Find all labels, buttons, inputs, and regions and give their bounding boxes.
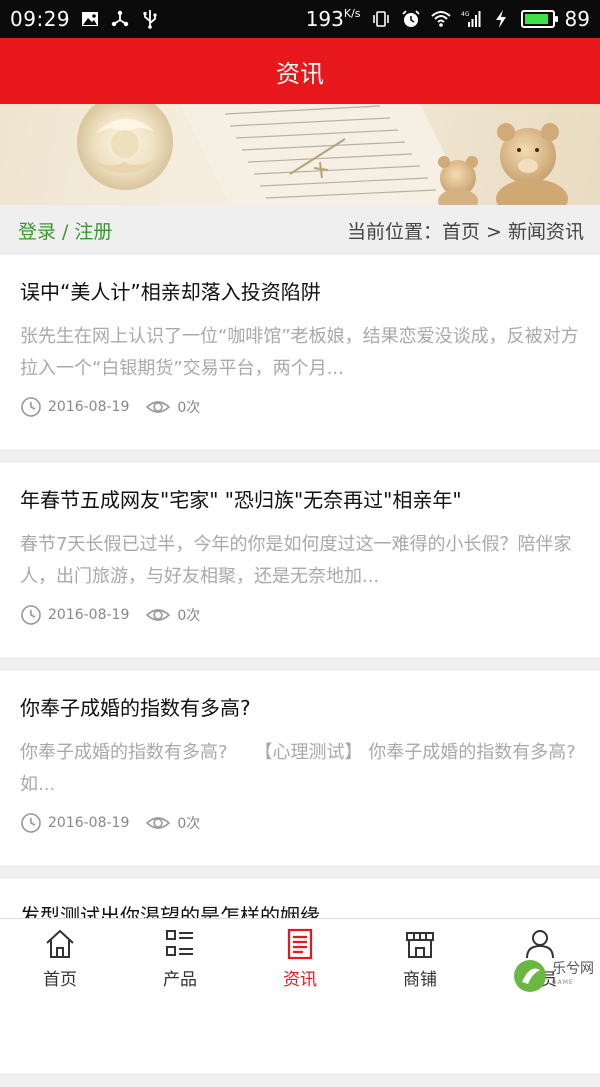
- vibrate-icon: [371, 9, 391, 29]
- alarm-icon: [401, 9, 421, 29]
- signal-icon: 4G: [461, 9, 481, 29]
- news-meta: 2016-08-19 0次: [20, 603, 580, 627]
- news-title[interactable]: 年春节五成网友"宅家" "恐归族"无奈再过"相亲年": [20, 485, 580, 515]
- clock-icon: [20, 396, 42, 418]
- home-icon: [46, 929, 74, 958]
- svg-text:4G: 4G: [461, 11, 470, 18]
- rose-decoration: [77, 104, 173, 190]
- nav-home-label: 首页: [43, 970, 77, 990]
- news-summary: 张先生在网上认识了一位“咖啡馆”老板娘，结果恋爱没谈成，反被对方拉入一个“白银期…: [20, 326, 579, 379]
- news-summary: 春节7天长假已过半，今年的你是如何度过这一难得的小长假？陪伴家人，出门旅游，与好…: [20, 534, 572, 587]
- nav-news-label: 资讯: [283, 970, 317, 990]
- nav-products-label: 产品: [163, 970, 197, 990]
- location-bar: 登录 / 注册 当前位置：首页 > 新闻资讯: [0, 205, 600, 255]
- bottom-nav: 首页 产品 资讯 商铺 会员: [0, 918, 600, 1000]
- watermark: 乐兮网 GAME: [512, 958, 594, 994]
- network-speed: 193K/s: [305, 7, 361, 31]
- watermark-logo-icon: [514, 960, 546, 992]
- register-link[interactable]: 注册: [74, 221, 112, 243]
- status-bar: 09:29 193K/s 4G 89: [0, 0, 600, 38]
- news-views: 0次: [177, 816, 201, 832]
- news-views: 0次: [177, 608, 201, 624]
- watermark-text: 乐兮网: [552, 961, 594, 977]
- user-icon: [526, 930, 554, 959]
- news-date: 2016-08-19: [48, 607, 130, 623]
- wifi-icon: [430, 9, 451, 29]
- nav-products[interactable]: 产品: [120, 919, 240, 1000]
- share-icon: [110, 9, 130, 29]
- nav-home[interactable]: 首页: [0, 919, 120, 1000]
- charging-icon: [491, 9, 511, 29]
- login-separator: /: [62, 220, 69, 243]
- nav-news[interactable]: 资讯: [240, 919, 360, 1000]
- news-title[interactable]: 你奉子成婚的指数有多高?: [20, 693, 580, 723]
- eye-icon: [145, 396, 171, 418]
- news-meta: 2016-08-19 0次: [20, 811, 580, 835]
- news-date: 2016-08-19: [48, 399, 130, 415]
- nav-stores[interactable]: 商铺: [360, 919, 480, 1000]
- clock-icon: [20, 812, 42, 834]
- banner-image: [0, 104, 600, 205]
- news-item[interactable]: 年春节五成网友"宅家" "恐归族"无奈再过"相亲年" 春节7天长假已过半，今年的…: [0, 463, 600, 657]
- battery-percent: 89: [564, 7, 590, 31]
- list-icon: [166, 930, 193, 956]
- title-bar: 资讯: [0, 38, 600, 104]
- eye-icon: [145, 812, 171, 834]
- login-link[interactable]: 登录: [18, 221, 56, 243]
- news-meta: 2016-08-19 0次: [20, 395, 580, 419]
- eye-icon: [145, 604, 171, 626]
- battery-icon: [520, 10, 558, 28]
- gallery-icon: [80, 9, 100, 29]
- nav-stores-label: 商铺: [403, 970, 437, 990]
- clock-icon: [20, 604, 42, 626]
- page-title: 资讯: [276, 59, 324, 88]
- store-icon: [406, 932, 434, 958]
- watermark-sub: GAME: [552, 979, 574, 986]
- news-summary: 你奉子成婚的指数有多高? 【心理测试】 你奉子成婚的指数有多高? 如...: [20, 742, 576, 795]
- usb-icon: [140, 9, 160, 29]
- news-title[interactable]: 误中“美人计”相亲却落入投资陷阱: [20, 277, 580, 307]
- breadcrumb: 当前位置：首页 > 新闻资讯: [347, 220, 584, 243]
- document-icon: [287, 928, 313, 960]
- news-date: 2016-08-19: [48, 815, 130, 831]
- news-item[interactable]: 你奉子成婚的指数有多高? 你奉子成婚的指数有多高? 【心理测试】 你奉子成婚的指…: [0, 671, 600, 865]
- news-views: 0次: [177, 400, 201, 416]
- teddy-bears-decoration: [438, 123, 568, 205]
- news-item[interactable]: 误中“美人计”相亲却落入投资陷阱 张先生在网上认识了一位“咖啡馆”老板娘，结果恋…: [0, 255, 600, 449]
- status-time: 09:29: [10, 7, 71, 31]
